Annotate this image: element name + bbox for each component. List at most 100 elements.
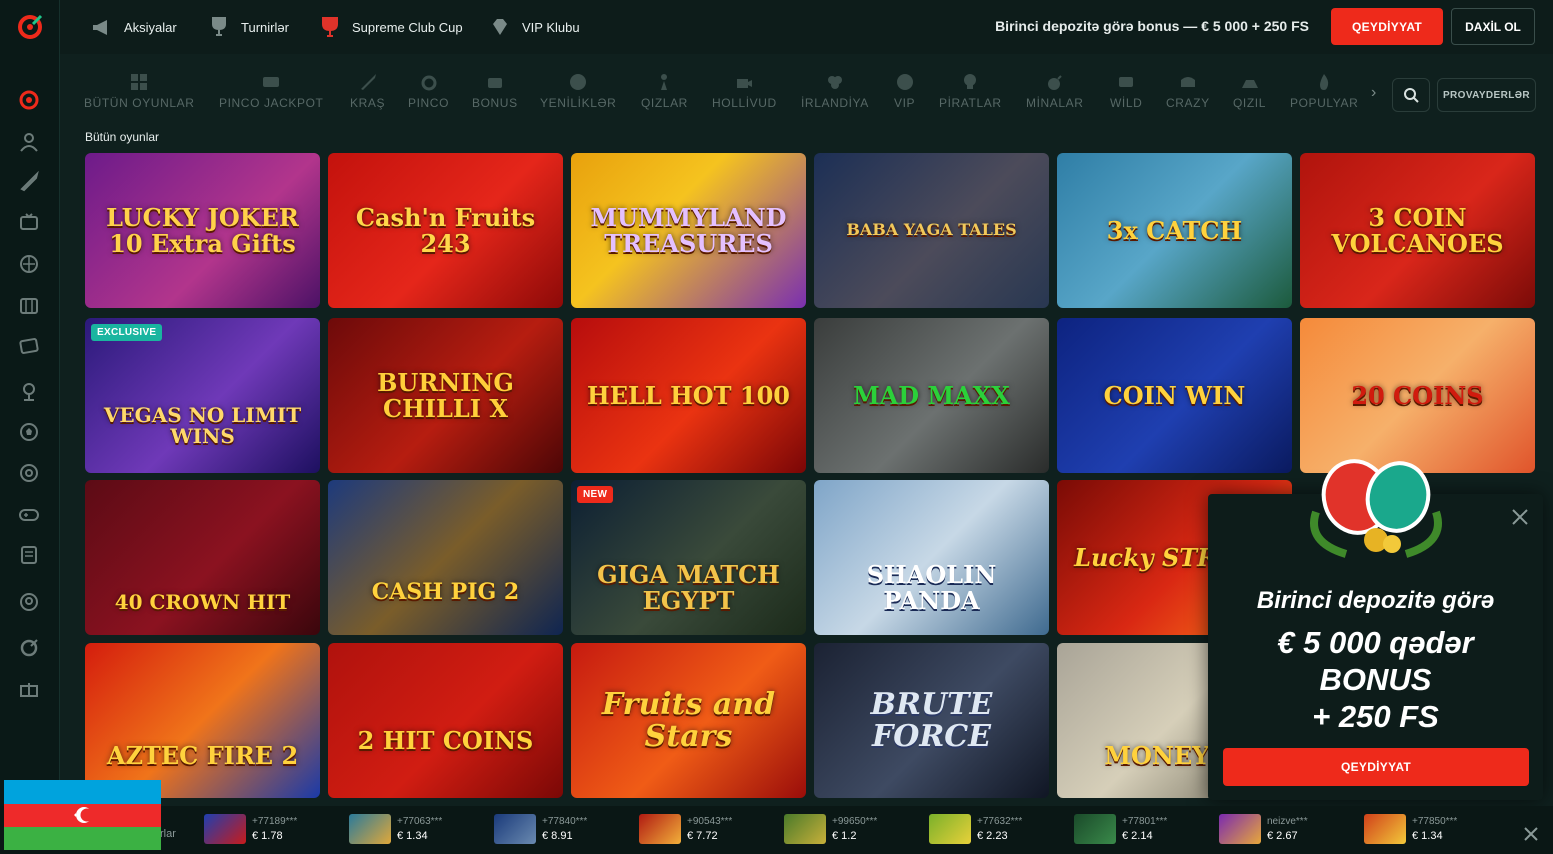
winner-item[interactable]: +90543*** € 7.72 [639,814,732,844]
support-icon[interactable] [17,590,41,614]
award-icon[interactable] [17,380,41,404]
winner-item[interactable]: +77632*** € 2.23 [929,814,1022,844]
crazy-icon [1180,77,1195,87]
category-bonus[interactable]: BONUS [472,72,518,110]
category-label: POPULYAR [1290,96,1359,110]
game-tile[interactable]: MUMMYLAND TREASURES [571,153,806,308]
game-tile[interactable]: BURNING CHILLI X [328,318,563,473]
azerbaijan-flag-icon[interactable] [4,780,161,850]
category-crash[interactable]: KRAŞ [350,72,385,110]
game-tile[interactable]: MAD MAXX [814,318,1049,473]
gift-icon[interactable] [17,676,41,700]
football-icon[interactable] [17,420,41,444]
search-icon [1404,88,1419,103]
game-tile[interactable]: AZTEC FIRE 2 [85,643,320,798]
casino-icon[interactable] [17,88,41,112]
category-mines[interactable]: MİNALAR [1026,72,1084,110]
game-title: BABA YAGA TALES [846,220,1017,240]
nav-label: Turnirlər [241,19,289,35]
category-pinco-jackpot[interactable]: PINCO JACKPOT [219,72,323,110]
pinco-logo[interactable] [16,12,44,40]
providers-button[interactable]: PROVAYDERLƏR [1437,78,1536,112]
category-vip[interactable]: VIP [894,72,915,110]
category-label: VIP [894,96,916,110]
category-bar: BÜTÜN OYUNLAR PINCO JACKPOT KRAŞ PINCO B… [60,62,1553,124]
game-tile[interactable]: SHAOLIN PANDA [814,480,1049,635]
category-ireland[interactable]: İRLANDİYA [801,72,869,110]
close-icon[interactable] [1523,826,1539,842]
nav-vip-club[interactable]: VIP Klubu [488,14,580,40]
jackpot-icon[interactable] [17,294,41,318]
game-title: SHAOLIN PANDA [866,560,997,615]
tv-icon[interactable] [17,210,41,234]
nav-tournaments[interactable]: Turnirlər [207,14,289,40]
game-title: BURNING CHILLI X [377,368,514,423]
category-pirates[interactable]: PİRATLAR [939,72,1002,110]
game-tile[interactable]: HELL HOT 100 [571,318,806,473]
winner-item[interactable]: +99650*** € 1.2 [784,814,877,844]
sports-icon[interactable] [17,252,41,276]
pinco-club-icon[interactable] [17,635,41,659]
search-button[interactable] [1392,78,1430,112]
close-icon[interactable] [1511,508,1529,526]
winner-item[interactable]: neizve*** € 2.67 [1219,814,1308,844]
category-pinco[interactable]: PINCO [408,72,449,110]
live-dealer-icon[interactable] [17,130,41,154]
tickets-icon[interactable] [17,334,41,358]
nav-supreme-club-cup[interactable]: Supreme Club Cup [318,14,463,40]
flame-icon [1320,74,1329,90]
game-title: GIGA MATCH EGYPT [597,560,780,615]
winner-item[interactable]: +77063*** € 1.34 [349,814,442,844]
game-tile[interactable]: 3x CATCH [1057,153,1292,308]
game-tile[interactable]: NEW GIGA MATCH EGYPT [571,480,806,635]
game-tile[interactable]: EXCLUSIVE VEGAS NO LIMIT WINS [85,318,320,473]
casino-page: Aksiyalar Turnirlər Supreme Club Cup VIP… [0,0,1553,854]
category-all-games[interactable]: BÜTÜN OYUNLAR [84,72,194,110]
winner-user: neizve*** [1267,816,1308,827]
category-gold[interactable]: QIZIL [1233,72,1266,110]
nav-promotions[interactable]: Aksiyalar [90,14,177,40]
category-label: MİNALAR [1026,96,1084,110]
login-button[interactable]: DAXİL OL [1451,8,1535,45]
category-hollywood[interactable]: HOLLİVUD [712,72,777,110]
rocket-icon[interactable] [17,170,41,194]
vip-icon [896,74,913,90]
game-tile[interactable]: COIN WIN [1057,318,1292,473]
popup-register-button[interactable]: QEYDİYYAT [1223,748,1529,786]
gamepad-icon[interactable] [17,502,41,526]
category-new[interactable]: YENİLİKLƏR [540,72,616,110]
game-thumbnail [1364,814,1406,844]
gold-icon [1241,80,1258,88]
category-label: QIZLAR [641,96,688,110]
winner-user: +77063*** [397,816,443,827]
category-wild[interactable]: WİLD [1110,72,1142,110]
game-tile[interactable]: BRUTE FORCE [814,643,1049,798]
winner-item[interactable]: +77840*** € 8.91 [494,814,587,844]
winner-item[interactable]: +77850*** € 1.34 [1364,814,1457,844]
winner-amount: € 1.78 [252,830,283,842]
game-tile[interactable]: BABA YAGA TALES [814,153,1049,308]
target-icon[interactable] [17,461,41,485]
category-girls[interactable]: QIZLAR [641,72,688,110]
game-tile[interactable]: 3 COIN VOLCANOES [1300,153,1535,308]
new-badge-icon [570,74,587,90]
game-tile[interactable]: 2 HIT COINS [328,643,563,798]
category-popular[interactable]: POPULYAR [1290,72,1358,110]
wild-icon [1119,77,1134,87]
category-crazy[interactable]: CRAZY [1166,72,1210,110]
game-tile[interactable]: Fruits and Stars [571,643,806,798]
game-tile[interactable]: 40 CROWN HIT [85,480,320,635]
winner-item[interactable]: +77801*** € 2.14 [1074,814,1167,844]
game-tile[interactable]: CASH PIG 2 [328,480,563,635]
cup-icon [322,17,338,37]
winner-item[interactable]: +77189*** € 1.78 [204,814,297,844]
game-tile[interactable]: Cash'n Fruits 243 [328,153,563,308]
news-icon[interactable] [17,543,41,567]
skull-icon [964,74,977,89]
game-tile[interactable]: LUCKY JOKER 10 Extra Gifts [85,153,320,308]
chevron-right-icon[interactable]: › [1371,84,1376,102]
game-title: MAD MAXX [853,380,1010,410]
ticker-label: rlar [160,828,176,840]
register-button[interactable]: QEYDİYYAT [1331,8,1443,45]
popup-amount: € 5 000 qədər [1277,625,1474,660]
